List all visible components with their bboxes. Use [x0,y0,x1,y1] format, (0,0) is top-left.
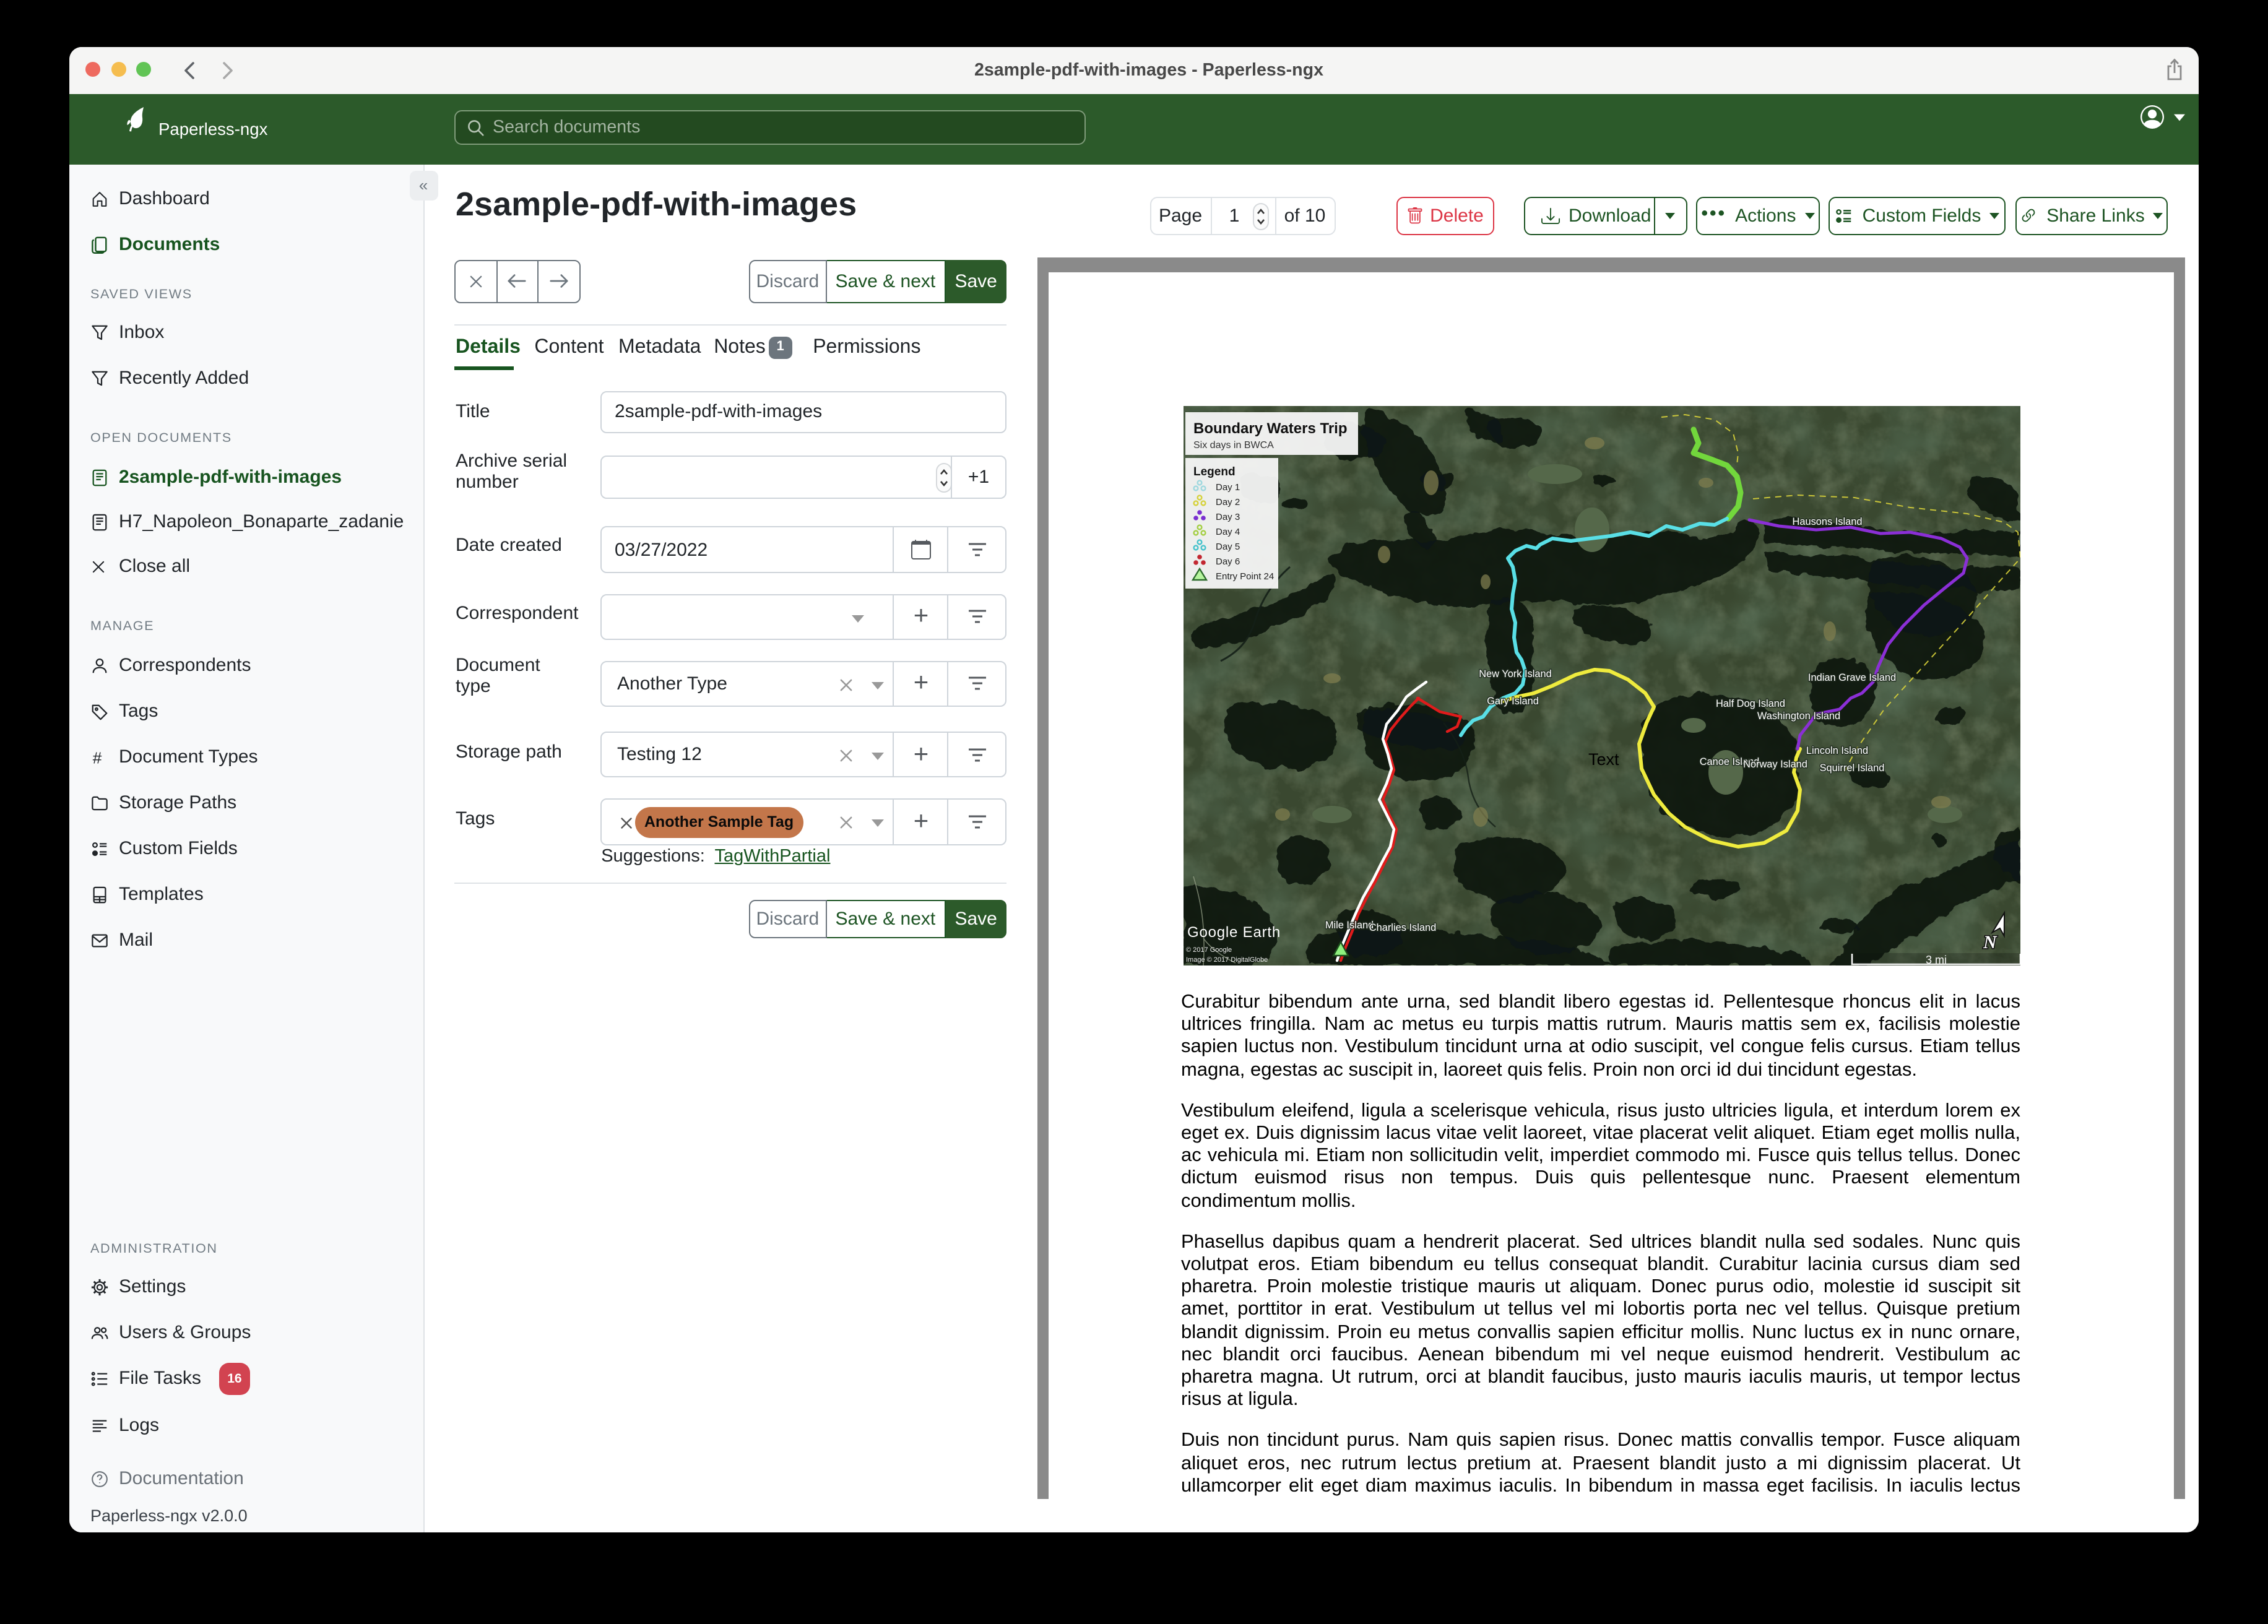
svg-text:Boundary Waters Trip: Boundary Waters Trip [1193,420,1347,437]
svg-text:Half Dog Island: Half Dog Island [1716,698,1785,709]
svg-text:#: # [93,748,102,766]
svg-text:Day 2: Day 2 [1216,497,1240,508]
svg-text:Day 6: Day 6 [1216,556,1240,567]
svg-text:Hausons Island: Hausons Island [1792,516,1862,527]
svg-text:Indian Grave Island: Indian Grave Island [1808,672,1896,683]
svg-text:Day 5: Day 5 [1216,542,1240,552]
svg-text:© 2017 Google: © 2017 Google [1186,946,1232,954]
svg-text:Six days in BWCA: Six days in BWCA [1193,440,1274,451]
svg-text:Washington Island: Washington Island [1757,710,1840,722]
svg-text:Squirrel Island: Squirrel Island [1820,762,1885,774]
svg-text:3 mi: 3 mi [1926,954,1947,965]
svg-text:Legend: Legend [1193,465,1236,478]
svg-text:Day 3: Day 3 [1216,512,1240,522]
svg-text:Lincoln Island: Lincoln Island [1806,745,1868,756]
svg-text:Day 1: Day 1 [1216,482,1240,493]
svg-text:N: N [1983,932,1997,952]
svg-text:Norway Island: Norway Island [1743,759,1807,770]
svg-text:Google Earth: Google Earth [1187,924,1281,941]
svg-text:Day 4: Day 4 [1216,527,1240,537]
svg-text:Entry Point 24: Entry Point 24 [1216,571,1274,582]
svg-text:Text: Text [1588,750,1619,769]
svg-text:Mile Island: Mile Island [1325,920,1374,931]
svg-text:Image © 2017 DigitalGlobe: Image © 2017 DigitalGlobe [1186,956,1268,964]
svg-text:Charlies Island: Charlies Island [1369,922,1436,933]
svg-text:Gary Island: Gary Island [1487,696,1539,707]
svg-text:New York Island: New York Island [1479,668,1552,680]
